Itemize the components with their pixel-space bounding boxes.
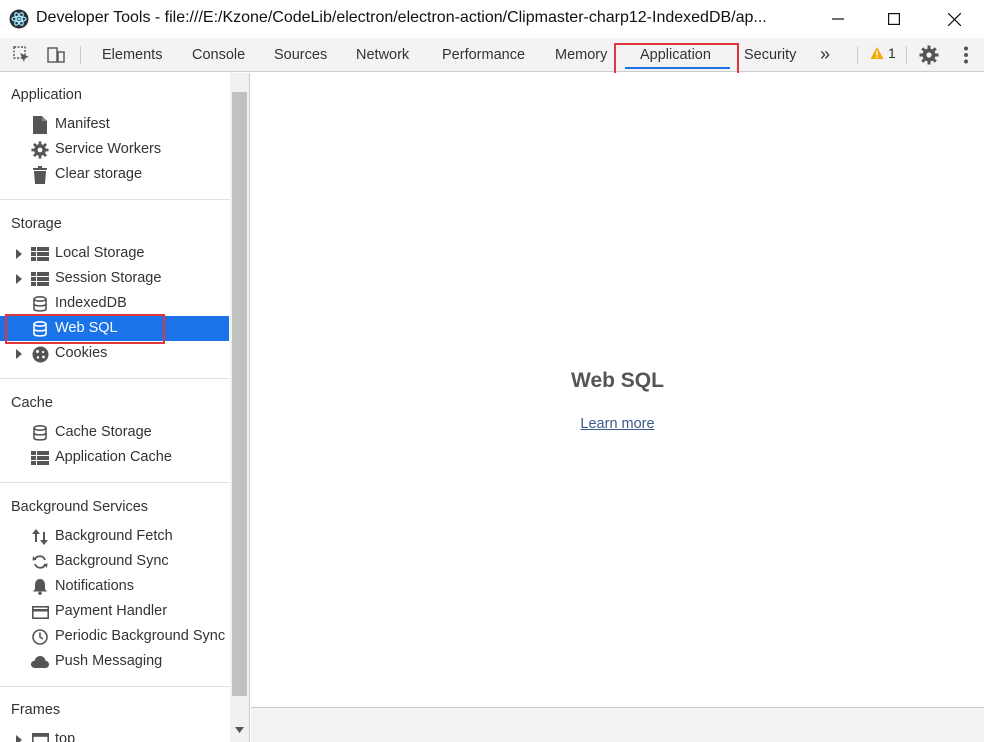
maximize-icon[interactable] [866,0,922,38]
sidebar-item-label: Manifest [55,116,110,132]
sidebar-item-label: Cache Storage [55,424,152,440]
sidebar-item-label: Background Fetch [55,528,173,544]
table-grid-icon [31,449,49,467]
close-icon[interactable] [926,0,982,38]
trash-icon [31,166,49,184]
bell-icon [31,578,49,596]
warning-counter[interactable]: 1 [870,45,896,61]
up-down-arrows-icon [31,528,49,546]
sidebar-item-manifest[interactable]: Manifest [0,112,229,137]
section-divider [0,378,230,379]
bottom-drawer-bar [251,707,984,742]
credit-card-icon [31,603,49,621]
main-panel: Web SQL Learn more [251,73,984,707]
sidebar-item-session-storage[interactable]: Session Storage [0,266,229,291]
sidebar-item-background-sync[interactable]: Background Sync [0,549,229,574]
sidebar-item-periodic-background-sync[interactable]: Periodic Background Sync [0,624,229,649]
database-icon [31,295,49,313]
clock-icon [31,628,49,646]
minimize-icon[interactable] [810,0,866,38]
learn-more-container: Learn more [251,416,984,432]
toolbar-separator [906,46,907,64]
table-grid-icon [31,245,49,263]
sidebar-item-cache-storage[interactable]: Cache Storage [0,420,229,445]
devtools-toolbar: Elements Console Sources Network Perform… [0,38,984,72]
frame-icon [31,731,49,742]
sidebar-scroll-thumb[interactable] [232,92,247,696]
learn-more-link[interactable]: Learn more [580,416,654,432]
tab-network[interactable]: Network [356,38,409,72]
device-toolbar-icon[interactable] [45,44,67,66]
tab-console[interactable]: Console [192,38,245,72]
sidebar-item-label: Periodic Background Sync [55,628,226,644]
sidebar-item-frame-top[interactable]: top [0,727,229,742]
section-title-application: Application [11,87,82,103]
sidebar-item-background-fetch[interactable]: Background Fetch [0,524,229,549]
sidebar-item-service-workers[interactable]: Service Workers [0,137,229,162]
section-divider [0,482,230,483]
sidebar-item-label: Notifications [55,578,134,594]
sidebar-item-label: Application Cache [55,449,172,465]
more-options-icon[interactable] [955,44,977,66]
annotation-highlight-web-sql [5,314,165,344]
section-divider [0,686,230,687]
sidebar-item-label: top [55,731,76,742]
file-icon [31,116,49,134]
application-sidebar: Application Manifest Service Workers Cle… [0,73,250,742]
sidebar-item-payment-handler[interactable]: Payment Handler [0,599,229,624]
tab-sources[interactable]: Sources [274,38,327,72]
database-icon [31,424,49,442]
expand-arrow-icon[interactable] [16,349,22,359]
warning-count: 1 [888,45,896,61]
sidebar-item-indexeddb[interactable]: IndexedDB [0,291,229,316]
window-titlebar: Developer Tools - file:///E:/Kzone/CodeL… [0,0,984,38]
toolbar-separator [80,46,81,64]
sidebar-item-label: Service Workers [55,141,162,157]
sidebar-item-label: IndexedDB [55,295,127,311]
sidebar-item-label: Clear storage [55,166,143,182]
sync-icon [31,553,49,571]
sidebar-item-label: Local Storage [55,245,145,261]
section-divider [0,199,230,200]
sidebar-item-label: Background Sync [55,553,169,569]
expand-arrow-icon[interactable] [16,249,22,259]
inspect-element-icon[interactable] [11,44,33,66]
section-title-storage: Storage [11,216,62,232]
tab-performance[interactable]: Performance [442,38,525,72]
scroll-down-arrow-icon[interactable] [232,724,247,736]
toolbar-separator [857,46,858,64]
sidebar-item-label: Push Messaging [55,653,163,669]
sidebar-item-label: Payment Handler [55,603,168,619]
expand-arrow-icon[interactable] [16,735,22,742]
section-title-background-services: Background Services [11,499,149,515]
tab-security[interactable]: Security [744,38,796,72]
sidebar-item-application-cache[interactable]: Application Cache [0,445,229,470]
sidebar-item-cookies[interactable]: Cookies [0,341,229,366]
cookie-icon [31,345,49,363]
settings-gear-icon[interactable] [918,44,940,66]
more-tabs-icon[interactable]: » [820,38,830,72]
sidebar-item-notifications[interactable]: Notifications [0,574,229,599]
section-title-cache: Cache [11,395,53,411]
tab-elements[interactable]: Elements [102,38,162,72]
sidebar-item-local-storage[interactable]: Local Storage [0,241,229,266]
sidebar-item-label: Session Storage [55,270,162,286]
sidebar-item-clear-storage[interactable]: Clear storage [0,162,229,187]
sidebar-item-label: Cookies [55,345,108,361]
cloud-icon [31,653,49,671]
table-grid-icon [31,270,49,288]
panel-title: Web SQL [571,369,664,392]
expand-arrow-icon[interactable] [16,274,22,284]
electron-app-icon [9,9,29,29]
window-title: Developer Tools - file:///E:/Kzone/CodeL… [36,9,767,26]
gear-icon [31,141,49,159]
sidebar-item-push-messaging[interactable]: Push Messaging [0,649,229,674]
section-title-frames: Frames [11,702,61,718]
tab-memory[interactable]: Memory [555,38,607,72]
warning-icon [870,47,884,59]
